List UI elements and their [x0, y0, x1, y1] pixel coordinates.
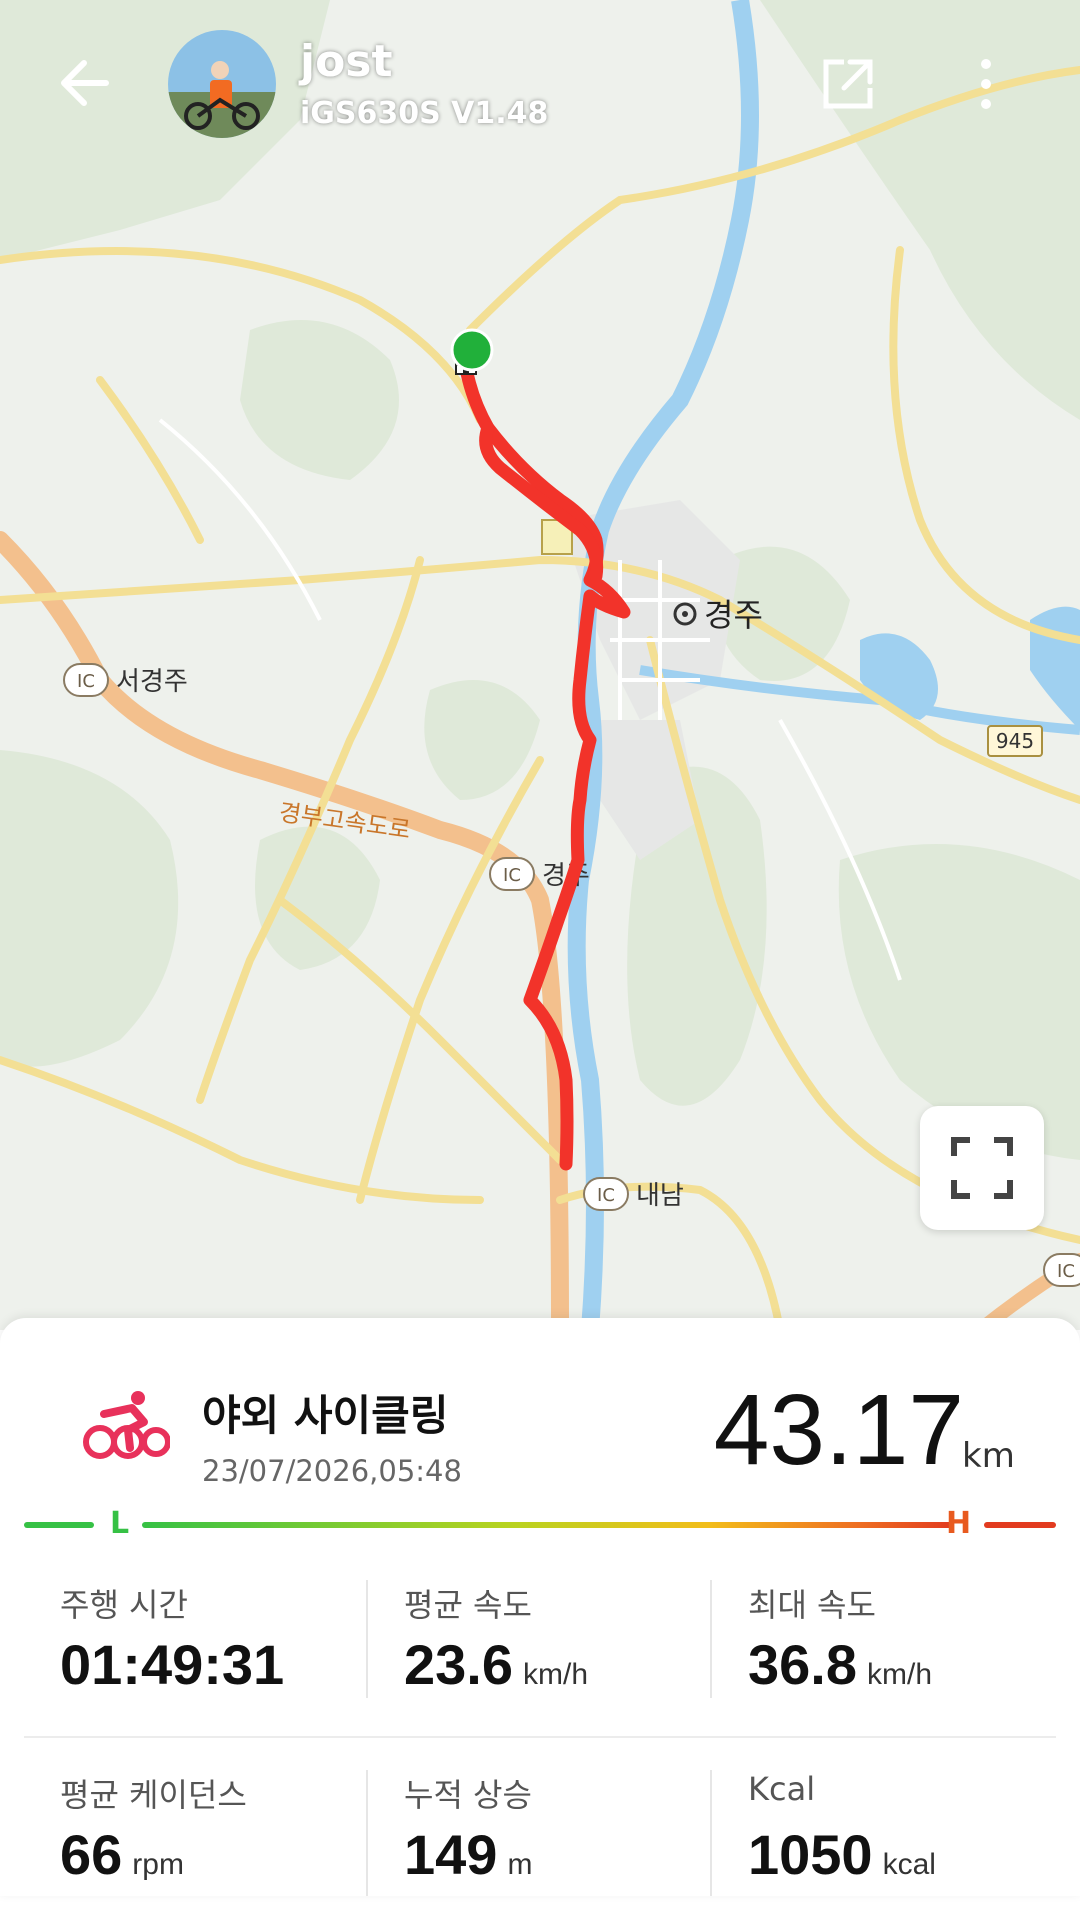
scale-gradient-bar: [142, 1522, 952, 1528]
svg-text:IC: IC: [597, 1185, 615, 1206]
stat-value: 1050 kcal: [748, 1822, 936, 1887]
stat-unit: km/h: [867, 1658, 933, 1691]
stat-unit: rpm: [132, 1848, 184, 1881]
stat-max-speed: 최대 속도 36.8 km/h: [712, 1580, 1056, 1730]
svg-text:IC: IC: [77, 671, 95, 692]
stat-divider: [366, 1770, 368, 1896]
stat-unit: km/h: [523, 1658, 589, 1691]
intensity-scale: L H: [24, 1506, 1056, 1541]
distance-value: 43.17: [713, 1374, 964, 1486]
fullscreen-icon: [951, 1137, 1013, 1199]
map-label-ic-seogyeongju: IC 서경주: [63, 663, 188, 697]
stat-number: 36.8: [748, 1633, 857, 1696]
map-label-route-945: 945: [987, 725, 1043, 757]
activity-date: 23/07/2026,05:48: [202, 1454, 462, 1488]
share-icon: [823, 59, 873, 109]
svg-text:경주: 경주: [704, 596, 763, 634]
stat-elevation-gain: 누적 상승 149 m: [368, 1770, 712, 1920]
stat-number: 1050: [748, 1823, 873, 1886]
share-button[interactable]: [816, 52, 880, 116]
svg-text:945: 945: [996, 729, 1034, 753]
stat-label: 평균 속도: [404, 1586, 532, 1624]
avatar[interactable]: [168, 30, 276, 138]
cycling-icon: [80, 1390, 171, 1460]
stat-label: Kcal: [748, 1770, 816, 1808]
device-name: iGS630S V1.48: [300, 96, 549, 131]
stat-value: 01:49:31: [60, 1632, 284, 1697]
stat-value: 23.6 km/h: [404, 1632, 588, 1697]
avatar-photo: [168, 30, 276, 138]
start-point-icon: [450, 328, 494, 372]
svg-text:내남: 내남: [636, 1181, 684, 1211]
svg-text:서경주: 서경주: [116, 667, 188, 697]
scale-low-label: L: [110, 1506, 130, 1541]
stat-value: 36.8 km/h: [748, 1632, 932, 1697]
stat-row-divider: [24, 1736, 1056, 1738]
stat-value: 149 m: [404, 1822, 532, 1887]
route-map[interactable]: 경주 IC 서경주 경부고속도로 IC 경주 IC 내남 945 IC: [0, 0, 1080, 1330]
distance-unit: km: [962, 1436, 1015, 1476]
scale-high-line: [984, 1522, 1056, 1528]
stat-unit: m: [507, 1848, 533, 1881]
stat-label: 주행 시간: [60, 1586, 188, 1624]
svg-text:IC: IC: [1057, 1261, 1075, 1282]
stat-divider: [710, 1580, 712, 1698]
stat-value: 66 rpm: [60, 1822, 184, 1887]
scale-high-label: H: [946, 1506, 972, 1541]
stat-label: 최대 속도: [748, 1586, 876, 1624]
stat-number: 66: [60, 1823, 123, 1886]
stat-number: 23.6: [404, 1633, 513, 1696]
stat-label: 평균 케이던스: [60, 1776, 247, 1814]
stat-avg-speed: 평균 속도 23.6 km/h: [368, 1580, 712, 1730]
more-options-button[interactable]: [966, 52, 1006, 116]
stat-divider: [366, 1580, 368, 1698]
stat-ride-time: 주행 시간 01:49:31: [24, 1580, 368, 1730]
map-label-ic-partial: IC: [1043, 1253, 1080, 1287]
stat-divider: [710, 1770, 712, 1896]
svg-text:IC: IC: [503, 865, 521, 886]
stat-calories: Kcal 1050 kcal: [712, 1770, 1056, 1920]
user-name: jost: [300, 36, 393, 87]
back-button[interactable]: [50, 48, 120, 118]
top-bar: jost iGS630S V1.48: [0, 0, 1080, 180]
stat-number: 149: [404, 1823, 498, 1886]
back-arrow-icon: [61, 60, 109, 106]
activity-title: 야외 사이클링: [202, 1391, 449, 1440]
stat-avg-cadence: 평균 케이던스 66 rpm: [24, 1770, 368, 1920]
stat-label: 누적 상승: [404, 1776, 532, 1814]
stats-grid: 주행 시간 01:49:31 평균 속도 23.6 km/h 최대 속도 36.8…: [24, 1580, 1056, 1896]
stat-unit: kcal: [882, 1848, 936, 1881]
stat-number: 01:49:31: [60, 1633, 285, 1696]
scale-low-line: [24, 1522, 94, 1528]
more-vertical-icon: [981, 59, 991, 109]
fullscreen-button[interactable]: [920, 1106, 1044, 1230]
